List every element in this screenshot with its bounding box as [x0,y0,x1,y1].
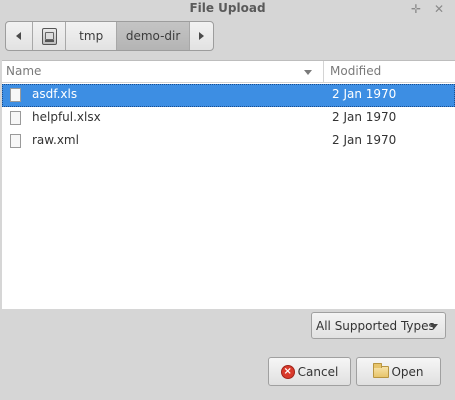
file-name: asdf.xls [32,87,78,101]
file-rows: asdf.xls 2 Jan 1970 helpful.xlsx 2 Jan 1… [2,84,455,153]
column-header-modified[interactable]: Modified [325,61,455,83]
path-back-button[interactable] [6,22,33,50]
path-bar: tmp demo-dir [5,21,214,51]
filter-selected-label: All Supported Types [316,318,435,333]
column-header-name[interactable]: Name [2,61,324,83]
chevron-left-icon [16,32,22,40]
move-icon[interactable]: ✛ [409,0,423,17]
chevron-right-icon [199,32,205,40]
file-icon [10,88,21,102]
file-list-header: Name Modified [2,61,455,83]
sort-arrow-icon [304,70,312,75]
file-type-filter-dropdown[interactable]: All Supported Types [311,312,446,339]
cancel-button-label: Cancel [297,364,339,379]
file-icon [10,134,21,148]
close-icon[interactable]: ✕ [432,0,446,17]
file-name: raw.xml [32,133,79,147]
file-icon [10,111,21,125]
column-modified-label: Modified [330,64,382,78]
cancel-icon: × [280,364,295,379]
file-row[interactable]: helpful.xlsx 2 Jan 1970 [2,107,455,130]
file-row[interactable]: asdf.xls 2 Jan 1970 [2,84,455,107]
drive-icon [41,27,57,45]
cancel-button[interactable]: × Cancel [268,357,351,386]
file-name: helpful.xlsx [32,110,101,124]
file-modified: 2 Jan 1970 [332,87,397,101]
title-bar[interactable]: File Upload ✛ ✕ [0,0,455,17]
folder-icon [373,362,390,378]
file-row[interactable]: raw.xml 2 Jan 1970 [2,130,455,153]
open-button-label: Open [391,364,424,379]
path-segment-tmp[interactable]: tmp [66,22,117,50]
chevron-down-icon [430,324,438,329]
path-forward-button[interactable] [190,22,213,50]
file-modified: 2 Jan 1970 [332,110,397,124]
open-button[interactable]: Open [356,357,441,386]
window-title: File Upload [189,1,266,15]
path-segment-demo-dir[interactable]: demo-dir [116,22,191,50]
file-list[interactable]: Name Modified asdf.xls 2 Jan 1970 helpfu… [2,60,455,309]
path-root-button[interactable] [33,22,67,50]
column-name-label: Name [6,64,42,78]
file-modified: 2 Jan 1970 [332,133,397,147]
